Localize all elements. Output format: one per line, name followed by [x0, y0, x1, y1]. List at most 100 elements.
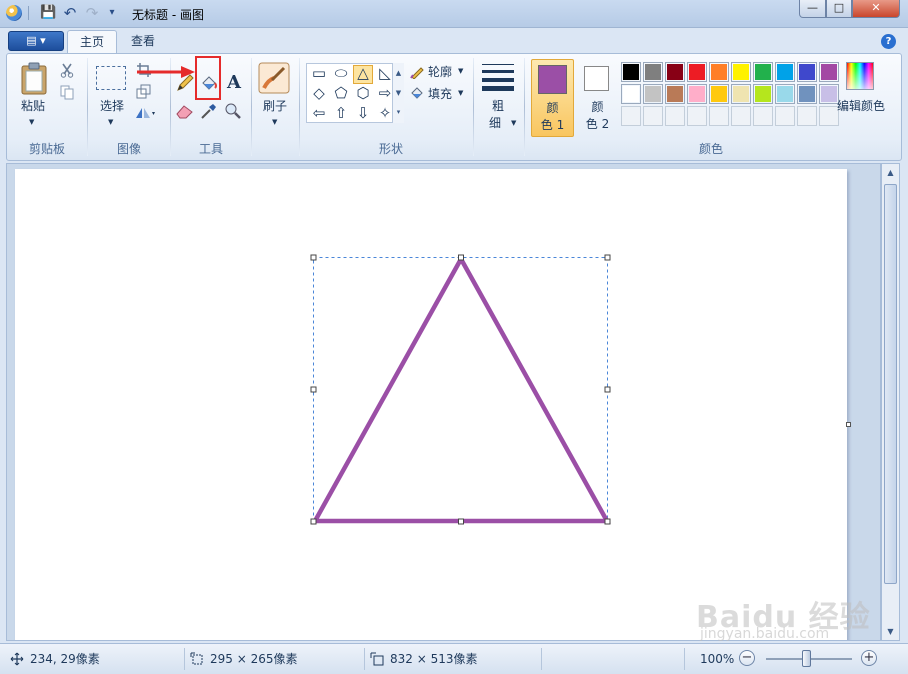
palette-swatch[interactable]: [687, 84, 707, 104]
palette-swatch[interactable]: [665, 62, 685, 82]
custom-color-slot[interactable]: [709, 106, 729, 126]
edit-colors-icon[interactable]: [846, 62, 874, 90]
outline-label[interactable]: 轮廓: [428, 63, 452, 80]
scroll-up-icon[interactable]: ▲: [882, 164, 899, 181]
palette-swatch[interactable]: [687, 62, 707, 82]
drawing-canvas[interactable]: [15, 169, 847, 640]
select-icon[interactable]: [96, 66, 126, 90]
rotate-icon[interactable]: [134, 106, 156, 120]
color-picker-icon[interactable]: [199, 102, 219, 120]
color1-label-bottom[interactable]: 色 1: [532, 117, 573, 134]
palette-swatch[interactable]: [643, 62, 663, 82]
palette-swatch[interactable]: [621, 84, 641, 104]
customize-quick-access-icon[interactable]: ▾: [104, 5, 120, 21]
palette-swatch[interactable]: [665, 84, 685, 104]
zoom-slider-thumb[interactable]: [802, 650, 811, 667]
zoom-in-button[interactable]: +: [861, 650, 877, 666]
undo-icon[interactable]: ↶: [62, 5, 78, 21]
tab-view[interactable]: 查看: [119, 30, 167, 54]
palette-swatch[interactable]: [621, 62, 641, 82]
help-icon[interactable]: ?: [881, 34, 896, 49]
outline-dropdown-arrow[interactable]: ▼: [458, 67, 463, 75]
palette-swatch[interactable]: [731, 84, 751, 104]
up-arrow-shape-icon[interactable]: ⇧: [331, 104, 351, 122]
custom-color-slot[interactable]: [665, 106, 685, 126]
palette-swatch[interactable]: [775, 84, 795, 104]
tab-home[interactable]: 主页: [67, 30, 118, 54]
close-button[interactable]: ✕: [852, 0, 900, 18]
color2-swatch[interactable]: [584, 66, 609, 91]
scroll-thumb[interactable]: [884, 184, 897, 584]
fill-with-color-icon[interactable]: [199, 73, 219, 93]
maximize-button[interactable]: □: [826, 0, 852, 18]
canvas-resize-handle[interactable]: [846, 422, 851, 427]
triangle-shape-icon[interactable]: △: [353, 64, 373, 82]
paste-label[interactable]: 粘贴: [13, 98, 53, 115]
edit-colors-label[interactable]: 编辑颜色: [833, 98, 889, 115]
custom-color-slot[interactable]: [643, 106, 663, 126]
text-tool-icon[interactable]: A: [223, 72, 245, 94]
fill-dropdown-arrow[interactable]: ▼: [458, 89, 463, 97]
rounded-shape-icon[interactable]: ⬭: [331, 64, 351, 82]
down-arrow-shape-icon[interactable]: ⇩: [353, 104, 373, 122]
color2-label-bottom[interactable]: 色 2: [577, 116, 618, 133]
custom-color-slot[interactable]: [687, 106, 707, 126]
cut-icon[interactable]: [59, 62, 75, 78]
gallery-up-icon[interactable]: ▲: [393, 63, 404, 83]
vertical-scrollbar[interactable]: ▲ ▼: [881, 163, 900, 641]
color1-label-top[interactable]: 颜: [532, 100, 573, 117]
minimize-button[interactable]: —: [799, 0, 826, 18]
copy-icon[interactable]: [59, 84, 75, 100]
select-dropdown-arrow[interactable]: ▼: [108, 118, 113, 126]
app-menu-button[interactable]: ▤ ▾: [8, 31, 64, 51]
brush-icon[interactable]: [258, 62, 290, 94]
scroll-down-icon[interactable]: ▼: [882, 623, 899, 640]
save-icon[interactable]: 💾: [40, 5, 56, 21]
palette-swatch[interactable]: [819, 62, 839, 82]
palette-swatch[interactable]: [775, 62, 795, 82]
palette-swatch[interactable]: [709, 84, 729, 104]
brushes-label[interactable]: 刷子: [254, 98, 296, 115]
status-bar: 234, 29像素 295 × 265像素 832 × 513像素 100% −…: [0, 643, 908, 674]
hexagon-shape-icon[interactable]: ⬡: [353, 84, 373, 102]
custom-color-slot[interactable]: [731, 106, 751, 126]
eraser-icon[interactable]: [175, 102, 195, 120]
palette-swatch[interactable]: [797, 62, 817, 82]
fill-shape-icon[interactable]: [409, 85, 425, 101]
zoom-out-button[interactable]: −: [739, 650, 755, 666]
redo-icon[interactable]: ↷: [84, 5, 100, 21]
palette-swatch[interactable]: [797, 84, 817, 104]
size-label-top[interactable]: 粗: [478, 98, 518, 115]
left-arrow-shape-icon[interactable]: ⇦: [309, 104, 329, 122]
custom-color-slot[interactable]: [797, 106, 817, 126]
diamond-shape-icon[interactable]: ◇: [309, 84, 329, 102]
color1-selector[interactable]: 颜 色 1: [531, 59, 574, 137]
paste-dropdown-arrow[interactable]: ▼: [29, 118, 34, 126]
shapes-gallery-scroll[interactable]: ▲ ▼ ▾: [392, 63, 404, 123]
palette-swatch[interactable]: [753, 84, 773, 104]
palette-swatch[interactable]: [709, 62, 729, 82]
gallery-down-icon[interactable]: ▼: [393, 83, 404, 103]
paste-icon[interactable]: [19, 62, 49, 96]
palette-swatch[interactable]: [753, 62, 773, 82]
palette-swatch[interactable]: [643, 84, 663, 104]
color2-selector[interactable]: 颜 色 2: [577, 59, 620, 137]
palette-swatch[interactable]: [731, 62, 751, 82]
custom-color-slot[interactable]: [753, 106, 773, 126]
size-label-bottom[interactable]: 细: [478, 115, 512, 132]
fill-label[interactable]: 填充: [428, 85, 452, 102]
resize-icon[interactable]: [136, 84, 152, 100]
gallery-expand-icon[interactable]: ▾: [393, 103, 404, 121]
outline-icon[interactable]: [409, 63, 425, 79]
color2-label-top[interactable]: 颜: [577, 99, 618, 116]
color1-swatch[interactable]: [538, 65, 567, 94]
paint-app-icon[interactable]: [6, 5, 22, 21]
rectangle-shape-icon[interactable]: ▭: [309, 64, 329, 82]
custom-color-slot[interactable]: [775, 106, 795, 126]
custom-color-slot[interactable]: [621, 106, 641, 126]
pentagon-shape-icon[interactable]: ⬠: [331, 84, 351, 102]
size-dropdown-arrow[interactable]: ▼: [511, 119, 516, 127]
brushes-dropdown-arrow[interactable]: ▼: [272, 118, 277, 126]
select-label[interactable]: 选择: [90, 98, 134, 115]
magnifier-icon[interactable]: [223, 102, 243, 120]
